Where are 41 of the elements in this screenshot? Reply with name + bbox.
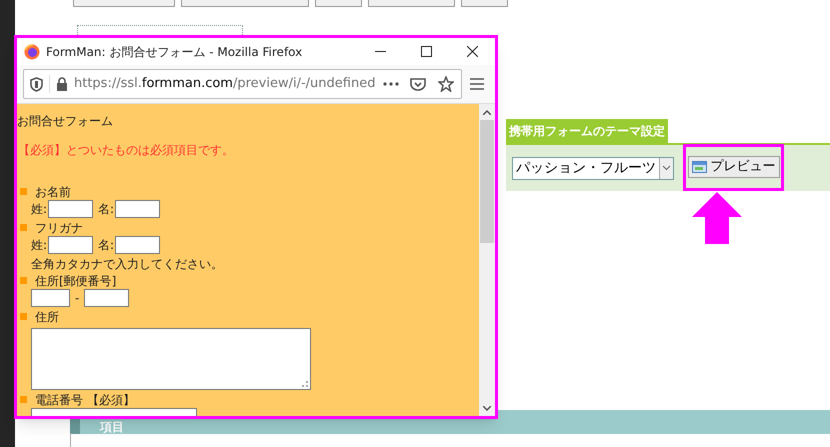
section-title: 携帯用フォームのテーマ設定 (506, 119, 668, 143)
scrollbar[interactable] (479, 104, 495, 416)
window-icon (692, 161, 706, 173)
input-label: 名: (98, 201, 114, 218)
lock-icon (56, 77, 68, 91)
text-input[interactable] (84, 289, 130, 307)
field-label: 住所[郵便番号] (35, 272, 116, 290)
field-label: お名前 (35, 184, 71, 200)
field-label: 住所 (35, 308, 59, 326)
text-area[interactable] (31, 328, 311, 390)
form-title: お問合せフォーム (17, 113, 114, 130)
input-label: 姓: (31, 237, 48, 254)
more-dots-icon[interactable] (381, 82, 402, 86)
bullet-icon (20, 313, 27, 320)
url-text: https://ssl.formman.com/preview/i/-/undefined (74, 75, 376, 94)
text-input[interactable] (115, 236, 160, 254)
browser-logo-icon (24, 44, 40, 60)
required-notice: 【必須】とついたものは必須項目です。 (17, 142, 235, 159)
bullet-icon (20, 396, 27, 403)
separator-text: - (75, 290, 80, 307)
caret-icon (659, 158, 673, 178)
field-hint: 全角カタカナで入力してください。 (30, 256, 224, 272)
field-label: 電話番号 【必須】 (35, 392, 135, 408)
theme-select[interactable]: パッション・フルーツ (512, 156, 674, 180)
bullet-icon (20, 277, 27, 284)
shield-icon (30, 76, 43, 92)
input-label: 名: (98, 237, 114, 254)
resize-grip-icon[interactable] (302, 381, 308, 387)
text-input[interactable] (31, 289, 70, 307)
preview-button[interactable]: プレビュー (688, 156, 780, 178)
text-input[interactable] (48, 236, 94, 254)
bullet-icon (20, 224, 27, 231)
text-input[interactable] (48, 200, 94, 218)
input-label: 姓: (31, 201, 48, 218)
scroll-thumb[interactable] (480, 120, 494, 243)
field-label: フリガナ (35, 220, 83, 236)
text-input[interactable] (115, 200, 160, 218)
table-header-label: 項目 (100, 420, 124, 434)
window-title: FormMan: お問合せフォーム - Mozilla Firefox (46, 44, 302, 60)
url-bar[interactable]: https://ssl.formman.com/preview/i/-/undefined (23, 69, 462, 99)
bullet-icon (20, 188, 27, 195)
